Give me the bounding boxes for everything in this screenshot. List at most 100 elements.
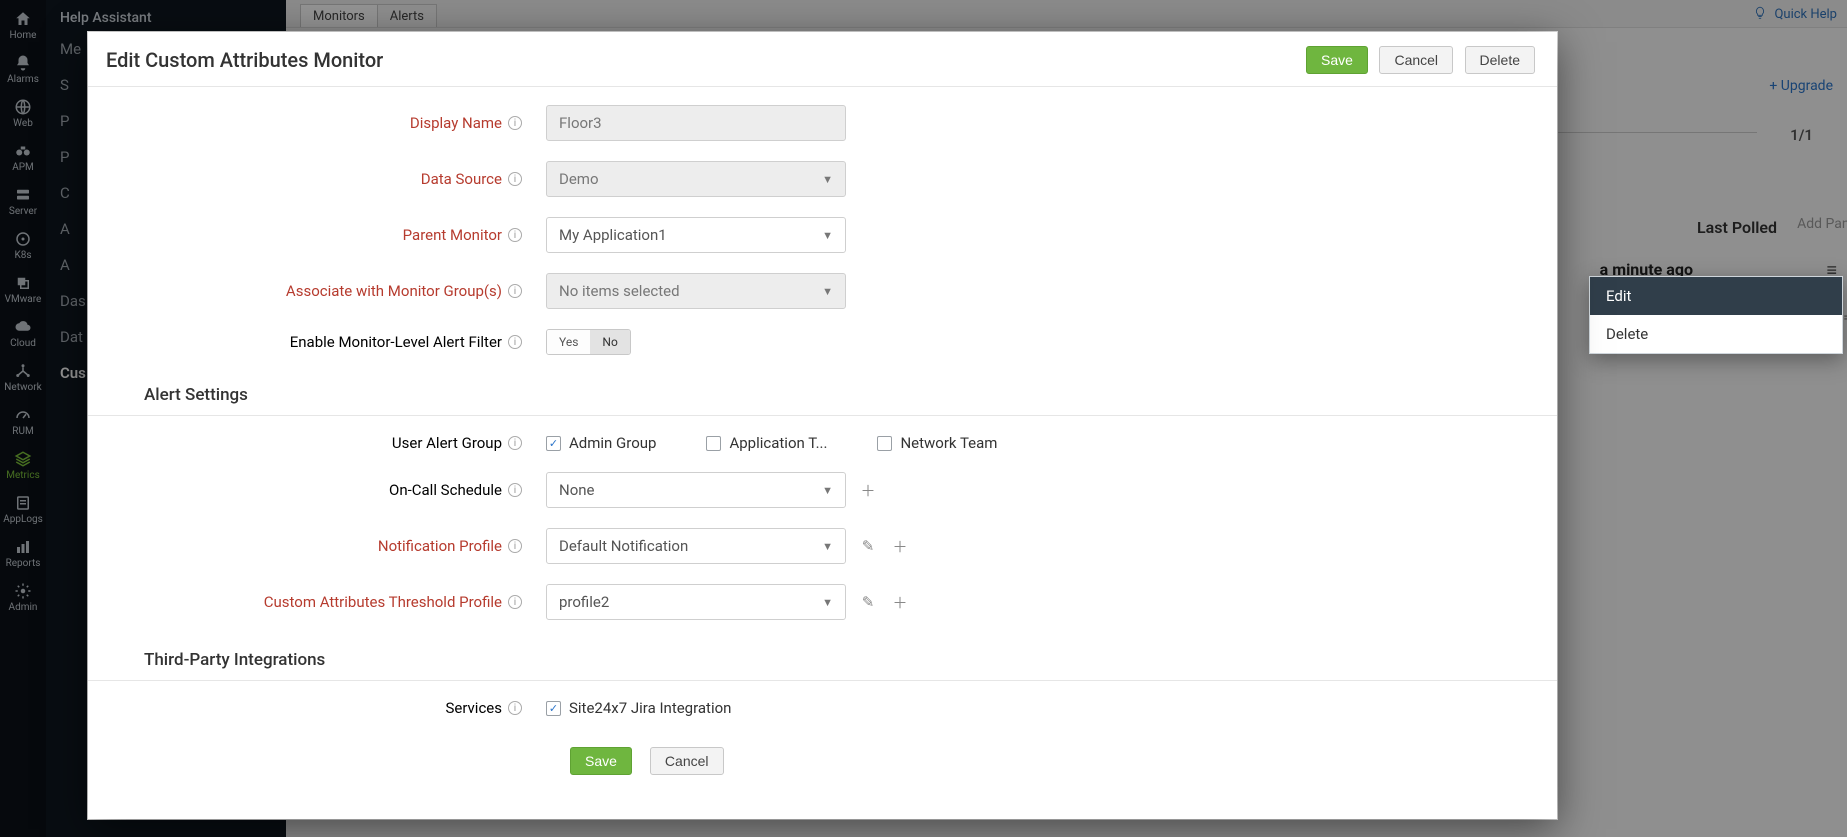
threshold-profile-select[interactable]: profile2 ▼ bbox=[546, 584, 846, 620]
checkbox-icon bbox=[706, 436, 721, 451]
last-polled-header: Last Polled bbox=[1697, 218, 1777, 237]
nav-k8s[interactable]: K8s bbox=[0, 224, 46, 268]
nav-rum[interactable]: RUM bbox=[0, 400, 46, 444]
third-party-header: Third-Party Integrations bbox=[144, 650, 1529, 670]
context-menu-edit[interactable]: Edit bbox=[1590, 277, 1842, 315]
context-menu: Edit Delete bbox=[1589, 276, 1843, 354]
home-icon bbox=[14, 10, 32, 28]
alert-filter-label: Enable Monitor-Level Alert Filter i bbox=[116, 333, 546, 351]
chevron-down-icon: ▼ bbox=[822, 285, 833, 298]
edit-monitor-modal: Edit Custom Attributes Monitor Save Canc… bbox=[88, 32, 1557, 819]
chk-application-t[interactable]: Application T... bbox=[706, 434, 827, 452]
chevron-down-icon: ▼ bbox=[822, 596, 833, 609]
info-icon[interactable]: i bbox=[508, 116, 522, 130]
tab-alerts[interactable]: Alerts bbox=[377, 4, 437, 27]
services-label: Services i bbox=[116, 699, 546, 717]
nav-admin[interactable]: Admin bbox=[0, 576, 46, 620]
chevron-down-icon: ▼ bbox=[822, 229, 833, 242]
server-icon bbox=[14, 186, 32, 204]
cancel-button-bottom[interactable]: Cancel bbox=[650, 747, 724, 775]
edit-icon[interactable]: ✎ bbox=[858, 536, 878, 556]
alert-filter-toggle: Yes No bbox=[546, 329, 631, 355]
gauge-icon bbox=[14, 406, 32, 424]
parent-monitor-select[interactable]: My Application1 ▼ bbox=[546, 217, 846, 253]
nav-home[interactable]: Home bbox=[0, 4, 46, 48]
user-alert-group-label: User Alert Group i bbox=[116, 434, 546, 452]
logs-icon bbox=[14, 494, 32, 512]
associate-group-label: Associate with Monitor Group(s) i bbox=[116, 282, 546, 300]
notification-profile-label: Notification Profile i bbox=[116, 537, 546, 555]
nav-vmware[interactable]: VMware bbox=[0, 268, 46, 312]
info-icon[interactable]: i bbox=[508, 228, 522, 242]
context-menu-delete[interactable]: Delete bbox=[1590, 315, 1842, 353]
modal-body: Display Name i Floor3 Data Source i Demo… bbox=[88, 87, 1557, 819]
chk-admin-group[interactable]: Admin Group bbox=[546, 434, 656, 452]
toggle-no[interactable]: No bbox=[590, 330, 629, 354]
wheel-icon bbox=[14, 230, 32, 248]
delete-button[interactable]: Delete bbox=[1465, 46, 1535, 74]
bell-icon bbox=[14, 54, 32, 72]
on-call-label: On-Call Schedule i bbox=[116, 481, 546, 499]
info-icon[interactable]: i bbox=[508, 595, 522, 609]
layers-icon bbox=[14, 450, 32, 468]
nav-reports[interactable]: Reports bbox=[0, 532, 46, 576]
notification-profile-select[interactable]: Default Notification ▼ bbox=[546, 528, 846, 564]
associate-group-select[interactable]: No items selected ▼ bbox=[546, 273, 846, 309]
binoculars-icon bbox=[14, 142, 32, 160]
toggle-yes[interactable]: Yes bbox=[547, 330, 590, 354]
nav-metrics[interactable]: Metrics bbox=[0, 444, 46, 488]
nav-apm[interactable]: APM bbox=[0, 136, 46, 180]
info-icon[interactable]: i bbox=[508, 701, 522, 715]
modal-header: Edit Custom Attributes Monitor Save Canc… bbox=[88, 32, 1557, 87]
chevron-down-icon: ▼ bbox=[822, 173, 833, 186]
cloud-icon bbox=[14, 318, 32, 336]
data-source-select[interactable]: Demo ▼ bbox=[546, 161, 846, 197]
nav-network[interactable]: Network bbox=[0, 356, 46, 400]
parent-monitor-label: Parent Monitor i bbox=[116, 226, 546, 244]
alert-settings-header: Alert Settings bbox=[144, 385, 1529, 405]
edit-icon[interactable]: ✎ bbox=[858, 592, 878, 612]
add-icon[interactable]: ＋ bbox=[858, 480, 878, 500]
nav-web[interactable]: Web bbox=[0, 92, 46, 136]
chart-icon bbox=[14, 538, 32, 556]
info-icon[interactable]: i bbox=[508, 483, 522, 497]
on-call-select[interactable]: None ▼ bbox=[546, 472, 846, 508]
globe-icon bbox=[14, 98, 32, 116]
threshold-profile-label: Custom Attributes Threshold Profile i bbox=[116, 593, 546, 611]
chk-network-team[interactable]: Network Team bbox=[877, 434, 997, 452]
page-counter: 1/1 bbox=[1790, 126, 1813, 144]
add-icon[interactable]: ＋ bbox=[890, 536, 910, 556]
network-icon bbox=[14, 362, 32, 380]
chevron-down-icon: ▼ bbox=[822, 484, 833, 497]
info-icon[interactable]: i bbox=[508, 335, 522, 349]
nav-server[interactable]: Server bbox=[0, 180, 46, 224]
nav-applogs[interactable]: AppLogs bbox=[0, 488, 46, 532]
save-button-bottom[interactable]: Save bbox=[570, 747, 632, 775]
divider bbox=[88, 415, 1557, 416]
display-name-input[interactable]: Floor3 bbox=[546, 105, 846, 141]
add-pane-link[interactable]: Add Pane bbox=[1797, 216, 1847, 232]
bulb-icon bbox=[1753, 6, 1767, 20]
data-source-label: Data Source i bbox=[116, 170, 546, 188]
display-name-label: Display Name i bbox=[116, 114, 546, 132]
save-button[interactable]: Save bbox=[1306, 46, 1368, 74]
modal-footer-actions: Save Cancel bbox=[570, 747, 1529, 775]
upgrade-link[interactable]: + Upgrade bbox=[1769, 78, 1833, 94]
add-icon[interactable]: ＋ bbox=[890, 592, 910, 612]
cancel-button[interactable]: Cancel bbox=[1379, 46, 1453, 74]
tabs-bar: Monitors Alerts bbox=[286, 0, 1847, 28]
gear-icon bbox=[14, 582, 32, 600]
divider bbox=[88, 680, 1557, 681]
info-icon[interactable]: i bbox=[508, 172, 522, 186]
info-icon[interactable]: i bbox=[508, 436, 522, 450]
checkbox-icon bbox=[877, 436, 892, 451]
info-icon[interactable]: i bbox=[508, 284, 522, 298]
quick-help-link[interactable]: Quick Help bbox=[1753, 6, 1837, 22]
nav-alarms[interactable]: Alarms bbox=[0, 48, 46, 92]
nav-cloud[interactable]: Cloud bbox=[0, 312, 46, 356]
help-assistant-title: Help Assistant bbox=[60, 10, 272, 26]
stack-icon bbox=[14, 274, 32, 292]
info-icon[interactable]: i bbox=[508, 539, 522, 553]
chk-site24x7-jira[interactable]: Site24x7 Jira Integration bbox=[546, 699, 731, 717]
tab-monitors[interactable]: Monitors bbox=[300, 4, 378, 27]
